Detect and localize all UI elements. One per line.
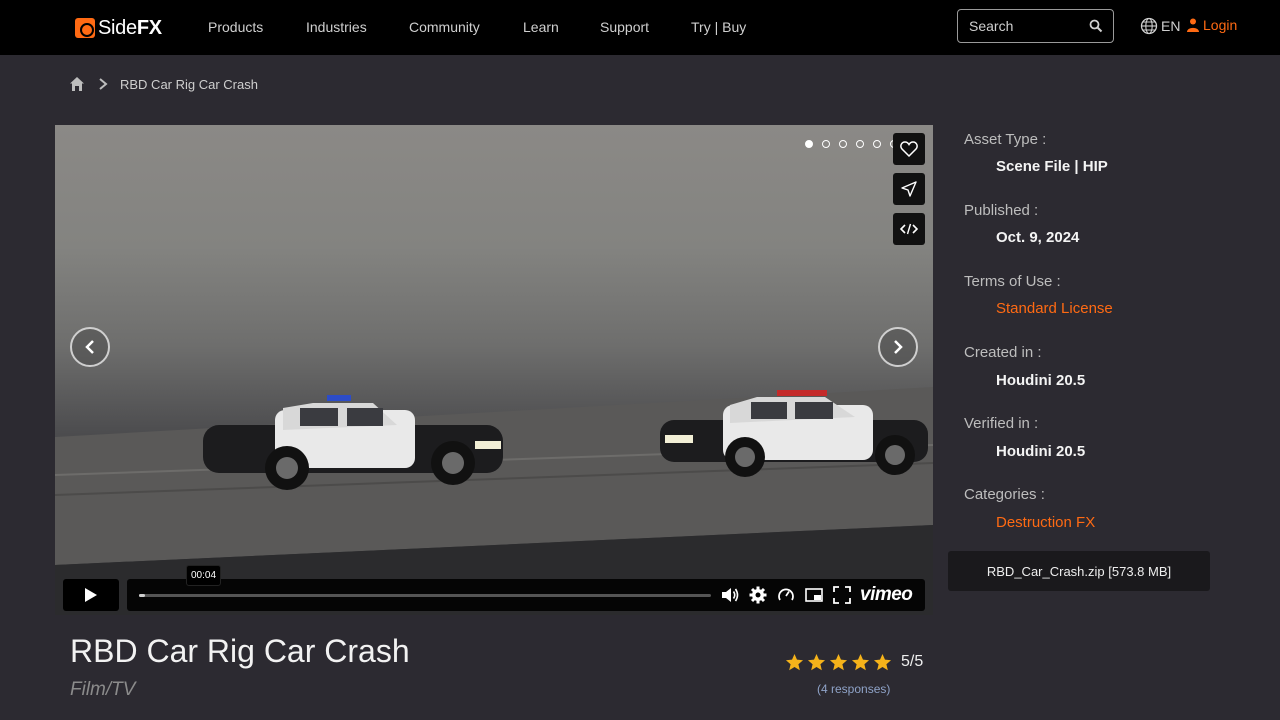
verified-in-value: Houdini 20.5 <box>996 443 1086 460</box>
chevron-right-icon <box>99 78 108 90</box>
star-icon <box>785 653 804 671</box>
logo-text: SideFX <box>98 16 162 39</box>
home-icon[interactable] <box>69 76 85 92</box>
breadcrumb-current: RBD Car Rig Car Crash <box>120 77 258 92</box>
asset-title: RBD Car Rig Car Crash <box>70 633 410 669</box>
speed-icon[interactable] <box>777 586 795 604</box>
verified-in-label: Verified in : <box>964 415 1039 432</box>
settings-gear-icon[interactable] <box>749 586 767 604</box>
vimeo-logo[interactable]: vimeo <box>860 584 913 606</box>
star-icon <box>807 653 826 671</box>
share-button[interactable] <box>893 173 925 205</box>
slide-dot-5[interactable] <box>873 140 881 148</box>
slide-dot-4[interactable] <box>856 140 864 148</box>
search-icon[interactable] <box>1089 19 1103 33</box>
star-icon <box>829 653 848 671</box>
rating-stars <box>785 653 892 672</box>
nav-community[interactable]: Community <box>409 19 480 35</box>
chevron-left-icon <box>85 340 94 354</box>
asset-category: Film/TV <box>70 679 136 700</box>
download-button[interactable]: RBD_Car_Crash.zip [573.8 MB] <box>948 551 1210 591</box>
terms-link[interactable]: Standard License <box>996 300 1113 317</box>
play-button[interactable] <box>63 579 119 611</box>
slide-dot-1[interactable] <box>805 140 813 148</box>
player-controls: 00:04 vimeo <box>63 565 925 611</box>
volume-icon[interactable] <box>721 586 739 604</box>
asset-type-label: Asset Type : <box>964 131 1047 148</box>
chevron-right-icon <box>894 340 903 354</box>
play-icon <box>85 588 97 602</box>
progress-fill <box>139 594 145 597</box>
embed-button[interactable] <box>893 213 925 245</box>
previous-slide-button[interactable] <box>70 327 110 367</box>
category-link[interactable]: Destruction FX <box>996 514 1095 531</box>
send-icon <box>901 181 917 197</box>
rating-responses[interactable]: (4 responses) <box>817 682 890 696</box>
user-icon <box>1187 18 1199 32</box>
terms-label: Terms of Use : <box>964 273 1061 290</box>
code-icon <box>900 223 918 235</box>
nav-support[interactable]: Support <box>600 19 649 35</box>
star-icon <box>873 653 892 671</box>
created-in-value: Houdini 20.5 <box>996 372 1086 389</box>
current-time: 00:04 <box>186 565 222 586</box>
nav-industries[interactable]: Industries <box>306 19 367 35</box>
next-slide-button[interactable] <box>878 327 918 367</box>
heart-icon <box>900 141 918 157</box>
like-button[interactable] <box>893 133 925 165</box>
published-value: Oct. 9, 2024 <box>996 229 1080 246</box>
sidefx-logo[interactable]: SideFX <box>75 16 162 40</box>
control-bar: 00:04 vimeo <box>127 565 925 611</box>
slide-dot-3[interactable] <box>839 140 847 148</box>
language-selector[interactable]: EN <box>1140 17 1180 35</box>
video-frame <box>55 387 933 615</box>
asset-type-value: Scene File | HIP <box>996 158 1108 175</box>
nav-products[interactable]: Products <box>208 19 263 35</box>
picture-in-picture-icon[interactable] <box>805 586 823 604</box>
login-link[interactable]: Login <box>1187 17 1237 33</box>
search-input[interactable] <box>958 10 1078 42</box>
sidefx-logo-mark-icon <box>75 18 95 38</box>
language-label: EN <box>1161 18 1181 34</box>
top-nav: SideFX Products Industries Community Lea… <box>0 0 1280 55</box>
progress-bar[interactable] <box>139 594 711 597</box>
fullscreen-icon[interactable] <box>833 586 851 604</box>
video-player[interactable]: 00:04 vimeo <box>55 125 933 615</box>
rating-value: 5/5 <box>901 653 924 670</box>
slide-dot-2[interactable] <box>822 140 830 148</box>
login-label: Login <box>1203 17 1238 33</box>
nav-learn[interactable]: Learn <box>523 19 559 35</box>
categories-label: Categories : <box>964 486 1045 503</box>
search-box <box>957 9 1114 43</box>
created-in-label: Created in : <box>964 344 1042 361</box>
nav-try-buy[interactable]: Try | Buy <box>691 19 746 35</box>
globe-icon <box>1140 17 1158 35</box>
published-label: Published : <box>964 202 1039 219</box>
slide-indicator <box>805 140 898 148</box>
star-icon <box>851 653 870 671</box>
